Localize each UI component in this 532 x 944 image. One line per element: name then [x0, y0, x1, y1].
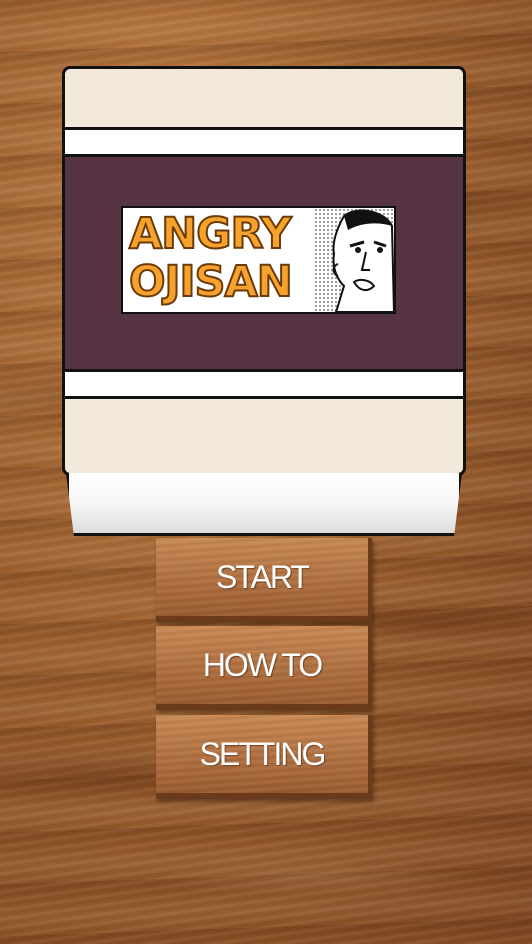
how-to-button-label: HOW TO: [202, 646, 323, 683]
setting-button[interactable]: SETTING: [156, 715, 372, 799]
game-logo: ANGRY OJISAN: [121, 206, 396, 314]
logo-title-line-2: OJISAN: [128, 257, 294, 307]
angry-man-face-icon: [314, 208, 394, 312]
how-to-button[interactable]: HOW TO: [156, 626, 372, 710]
start-button-label: START: [216, 558, 310, 595]
start-button[interactable]: START: [156, 538, 372, 622]
cup-base: [66, 473, 462, 536]
cup-bottom-stripe: [65, 369, 463, 399]
setting-button-label: SETTING: [199, 735, 327, 772]
cup-top-stripe: [65, 127, 463, 157]
logo-title-line-1: ANGRY: [128, 209, 292, 259]
logo-title: ANGRY OJISAN: [128, 209, 329, 307]
